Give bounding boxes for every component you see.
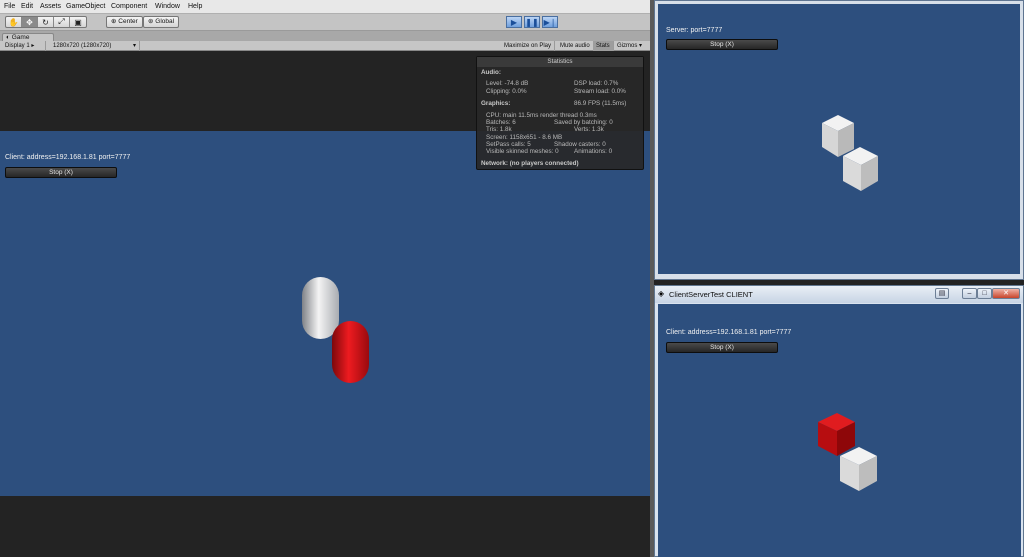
stats-network: Network: (no players connected) — [481, 160, 579, 167]
menu-window[interactable]: Window — [155, 3, 180, 10]
resolution-dropdown[interactable]: 1280x720 (1280x720) ▾ — [50, 41, 140, 51]
pivot-center-toggle[interactable]: ⊕ Center — [106, 16, 143, 28]
chevron-down-icon: ▾ — [132, 43, 136, 49]
display-dropdown[interactable]: Display 1 ▸ — [2, 41, 46, 51]
menu-file[interactable]: File — [4, 3, 15, 10]
client-address-label: Client: address=192.168.1.81 port=7777 — [5, 154, 131, 161]
chevron-icon: ▸ — [31, 43, 35, 49]
stats-batches: Batches: 6 — [486, 119, 516, 126]
statistics-title: Statistics — [477, 57, 643, 67]
stats-toggle[interactable]: Stats — [593, 41, 614, 51]
move-tool-icon[interactable]: ✥ — [22, 17, 38, 27]
menu-component[interactable]: Component — [111, 3, 147, 10]
pivot-global-toggle[interactable]: ⊛ Global — [143, 16, 180, 28]
white-capsule — [302, 277, 339, 339]
desktop: File Edit Assets GameObject Component Wi… — [0, 0, 1024, 557]
stats-skinned: Visible skinned meshes: 0 — [486, 148, 559, 155]
game-render-area[interactable] — [0, 131, 650, 496]
transform-tools: ✋ ✥ ↻ ⤢ ▣ — [5, 16, 87, 28]
toolbar: ✋ ✥ ↻ ⤢ ▣ ⊕ Center ⊛ Global ▶ ❚❚ ▶❘ — [0, 14, 650, 31]
gray-cube — [840, 447, 877, 491]
client-stop-button[interactable]: Stop (X) — [666, 342, 778, 353]
stats-verts: Verts: 1.3k — [574, 126, 604, 133]
gray-cube-front — [843, 147, 878, 191]
menu-gameobject[interactable]: GameObject — [66, 3, 105, 10]
stats-animations: Animations: 0 — [574, 148, 613, 155]
close-icon[interactable]: ✕ — [992, 288, 1020, 299]
game-view-toolbar: Display 1 ▸ 1280x720 (1280x720) ▾ Maximi… — [0, 41, 650, 51]
stats-clipping: Clipping: 0.0% — [486, 88, 527, 95]
maximize-on-play-toggle[interactable]: Maximize on Play — [501, 41, 556, 51]
tab-strip: ◐ Game — [0, 31, 650, 42]
stats-dsp: DSP load: 0.7% — [574, 80, 619, 87]
rect-tool-icon[interactable]: ▣ — [70, 17, 86, 27]
stats-screen: Screen: 1158x651 - 8.6 MB — [486, 134, 563, 141]
menu-bar: File Edit Assets GameObject Component Wi… — [0, 0, 650, 14]
stats-cpu: CPU: main 11.5ms render thread 0.3ms — [486, 112, 597, 119]
server-port-label: Server: port=7777 — [666, 27, 723, 34]
hand-tool-icon[interactable]: ✋ — [6, 17, 22, 27]
server-stop-button[interactable]: Stop (X) — [666, 39, 778, 50]
stats-graphics-heading: Graphics: — [481, 100, 511, 107]
stats-audio-heading: Audio: — [481, 69, 501, 76]
red-capsule — [332, 321, 369, 383]
stats-setpass: SetPass calls: 5 — [486, 141, 531, 148]
gizmos-dropdown[interactable]: Gizmos ▾ — [614, 41, 645, 51]
play-icon[interactable]: ▶ — [506, 16, 522, 28]
client-address-label-window: Client: address=192.168.1.81 port=7777 — [666, 329, 792, 336]
client-title-bar[interactable]: ◈ ClientServerTest CLIENT ▤ – □ ✕ — [655, 286, 1023, 303]
mute-audio-toggle[interactable]: Mute audio — [557, 41, 594, 51]
scale-tool-icon[interactable]: ⤢ — [54, 17, 70, 27]
red-cube — [818, 413, 855, 456]
window-menu-icon[interactable]: ▤ — [935, 288, 949, 299]
game-scene — [302, 277, 369, 383]
unity-logo-icon: ◈ — [658, 289, 665, 298]
client-window: ◈ ClientServerTest CLIENT ▤ – □ ✕ Client… — [654, 285, 1024, 557]
stats-fps: 86.9 FPS (11.5ms) — [574, 100, 627, 107]
stop-button[interactable]: Stop (X) — [5, 167, 117, 178]
statistics-panel: Statistics Audio: Level: -74.8 dB DSP lo… — [476, 56, 644, 170]
rotate-tool-icon[interactable]: ↻ — [38, 17, 54, 27]
play-controls: ▶ ❚❚ ▶❘ — [506, 16, 558, 28]
stats-saved: Saved by batching: 0 — [554, 119, 613, 126]
step-icon[interactable]: ▶❘ — [542, 16, 558, 28]
gray-cube-back — [822, 115, 854, 157]
client-window-title: ClientServerTest CLIENT — [669, 290, 753, 299]
maximize-icon[interactable]: □ — [977, 288, 992, 299]
menu-help[interactable]: Help — [188, 3, 202, 10]
minimize-icon[interactable]: – — [962, 288, 977, 299]
menu-assets[interactable]: Assets — [40, 3, 61, 10]
pause-icon[interactable]: ❚❚ — [524, 16, 540, 28]
stats-tris: Tris: 1.8k — [486, 126, 512, 133]
stats-stream: Stream load: 0.0% — [574, 88, 626, 95]
stats-shadow: Shadow casters: 0 — [554, 141, 606, 148]
server-window: Server: port=7777 Stop (X) — [654, 0, 1024, 280]
stats-level: Level: -74.8 dB — [486, 80, 529, 87]
menu-edit[interactable]: Edit — [21, 3, 33, 10]
unity-editor-window: File Edit Assets GameObject Component Wi… — [0, 0, 650, 557]
